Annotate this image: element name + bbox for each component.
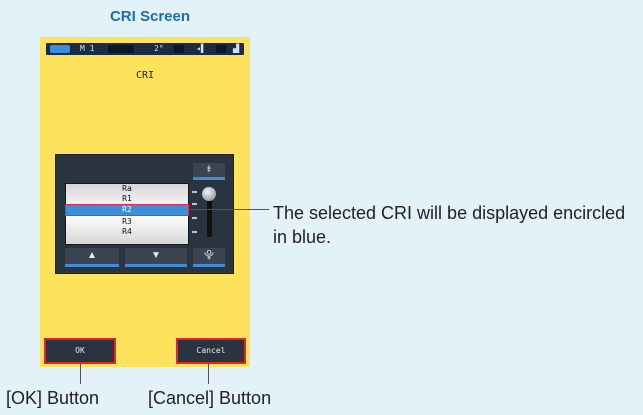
scale-tick — [192, 231, 197, 233]
cancel-button[interactable]: Cancel — [176, 338, 246, 364]
scrollbar-track[interactable] — [207, 201, 212, 237]
battery-icon — [50, 45, 70, 53]
measure-mode-icon: ◂▌ — [196, 44, 206, 53]
first-icon: ⯒ — [206, 164, 212, 175]
status-block — [216, 45, 226, 53]
list-item-selected[interactable]: R2 — [65, 204, 189, 216]
scrollbar-thumb[interactable] — [202, 187, 216, 201]
cancel-leader-line — [208, 364, 209, 384]
callout-line — [189, 209, 269, 210]
scroll-up-button[interactable]: ▲ — [65, 248, 119, 267]
down-arrow-icon: ▼ — [151, 250, 161, 261]
ok-button-label: [OK] Button — [6, 388, 100, 408]
list-item[interactable]: R4 — [66, 227, 188, 237]
scale-tick — [192, 191, 197, 193]
list-item[interactable]: R3 — [66, 217, 188, 227]
up-arrow-icon: ▲ — [87, 250, 97, 261]
ok-button[interactable]: OK — [44, 338, 116, 364]
callout-text: The selected CRI will be displayed encir… — [273, 203, 626, 247]
memory-indicator: M 1 — [80, 44, 95, 53]
device-title: CRI — [135, 70, 155, 81]
cri-picker: ⯒ Ra R1 R2 R3 R4 ▲ ▼ ⯓ — [55, 154, 234, 274]
scale-tick — [192, 217, 197, 219]
status-bar: M 1 2° ◂▌ ▟ — [46, 43, 244, 55]
ok-leader-line — [80, 364, 81, 384]
device-screen: M 1 2° ◂▌ ▟ CRI ⯒ Ra R1 R2 R3 R4 ▲ ▼ ⯓ O… — [40, 37, 250, 367]
scroll-bottom-button[interactable]: ⯓ — [193, 248, 225, 267]
screen-title: CRI Screen — [109, 8, 191, 25]
last-icon: ⯓ — [204, 250, 214, 261]
scroll-top-button[interactable]: ⯒ — [193, 163, 225, 180]
status-block — [108, 45, 134, 53]
status-block — [174, 45, 184, 53]
list-item[interactable]: R1 — [66, 194, 188, 204]
cri-list[interactable]: Ra R1 R2 R3 R4 — [65, 183, 189, 245]
angle-indicator: 2° — [154, 44, 164, 53]
scroll-down-button[interactable]: ▼ — [125, 248, 187, 267]
list-item[interactable]: Ra — [66, 184, 188, 194]
scale-tick — [192, 203, 197, 205]
lock-icon: ▟ — [233, 44, 240, 53]
cancel-button-label: [Cancel] Button — [148, 388, 272, 408]
